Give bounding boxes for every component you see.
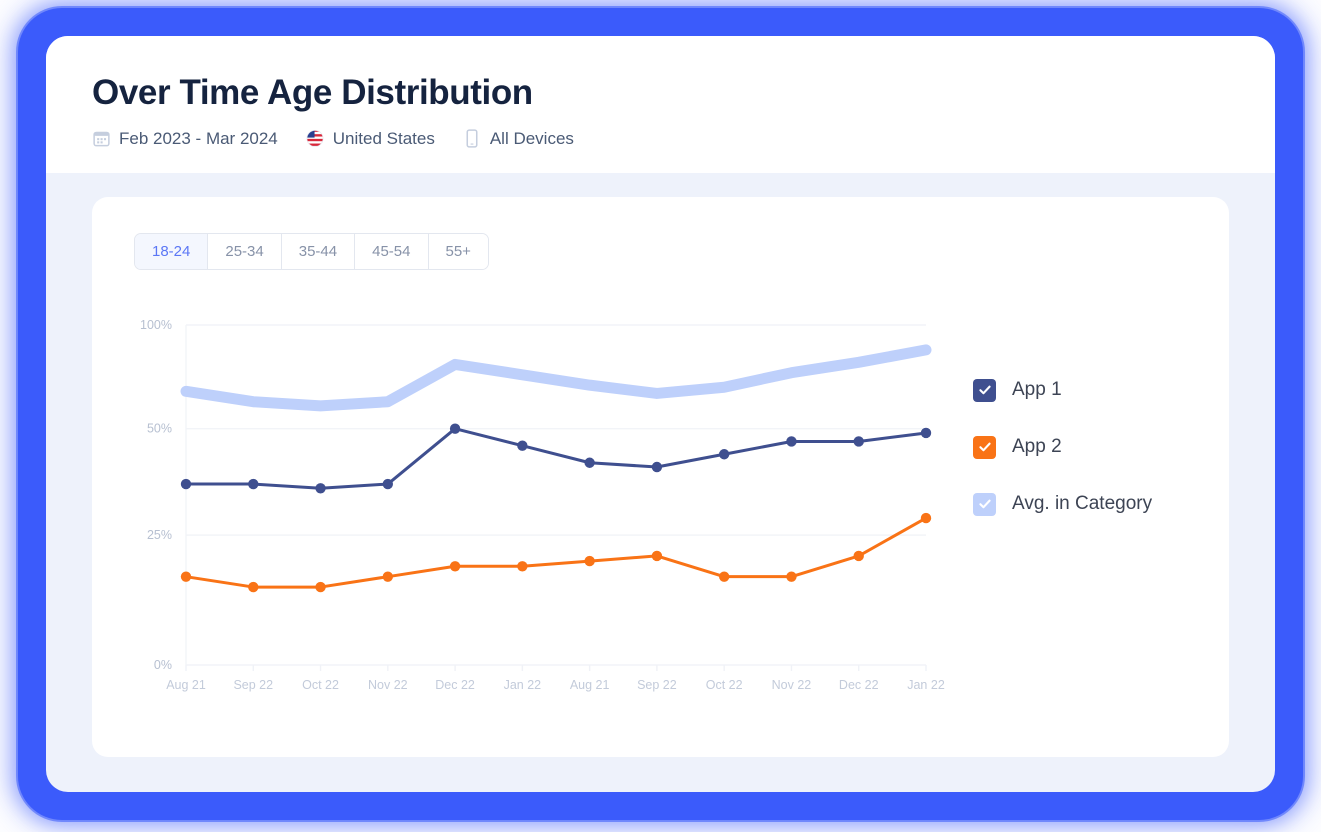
data-point[interactable] <box>854 436 864 446</box>
data-point[interactable] <box>450 423 460 433</box>
data-point[interactable] <box>181 478 191 488</box>
data-point[interactable] <box>248 581 258 591</box>
data-point[interactable] <box>786 436 796 446</box>
data-point[interactable] <box>652 550 662 560</box>
data-point[interactable] <box>383 571 393 581</box>
legend-label: App 1 <box>1012 379 1062 401</box>
series-line-avg-in-category <box>186 349 926 405</box>
data-point[interactable] <box>450 561 460 571</box>
x-tick-label: Oct 22 <box>302 678 339 692</box>
legend-item-app-2[interactable]: App 2 <box>973 436 1152 459</box>
legend-checkbox[interactable] <box>973 379 996 402</box>
x-tick-label: Sep 22 <box>233 678 273 692</box>
x-tick-label: Nov 22 <box>368 678 408 692</box>
meta-label-date-range: Feb 2023 - Mar 2024 <box>119 129 278 149</box>
app-window-frame: Over Time Age Distribution <box>18 8 1303 820</box>
data-point[interactable] <box>652 461 662 471</box>
data-point[interactable] <box>584 457 594 467</box>
mobile-device-icon <box>463 129 481 149</box>
y-tick-label: 100% <box>140 318 172 332</box>
x-tick-label: Dec 22 <box>839 678 879 692</box>
legend-item-app-1[interactable]: App 1 <box>973 379 1152 402</box>
meta-label-devices: All Devices <box>490 129 574 149</box>
age-tab-18-24[interactable]: 18-24 <box>135 234 208 269</box>
age-tab-45-54[interactable]: 45-54 <box>355 234 428 269</box>
age-tab-25-34[interactable]: 25-34 <box>208 234 281 269</box>
meta-label-country: United States <box>333 129 435 149</box>
chart-card: 18-2425-3435-4445-5455+ 0% 25% 50% 100% Aug … <box>92 197 1229 757</box>
data-point[interactable] <box>921 512 931 522</box>
chart-legend[interactable]: App 1 App 2 Avg. in Category <box>973 379 1152 516</box>
age-tab-55plus[interactable]: 55+ <box>429 234 488 269</box>
legend-item-avg-in-category[interactable]: Avg. in Category <box>973 493 1152 516</box>
data-point[interactable] <box>315 581 325 591</box>
legend-checkbox[interactable] <box>973 493 996 516</box>
y-tick-label: 25% <box>147 528 172 542</box>
body-area: 18-2425-3435-4445-5455+ 0% 25% 50% 100% Aug … <box>46 173 1275 793</box>
meta-chip-country[interactable]: United States <box>306 129 435 149</box>
x-tick-label: Aug 21 <box>166 678 206 692</box>
x-tick-label: Aug 21 <box>570 678 610 692</box>
meta-chip-date-range[interactable]: Feb 2023 - Mar 2024 <box>92 129 278 149</box>
data-point[interactable] <box>517 440 527 450</box>
us-flag-icon <box>306 129 324 149</box>
window-surface: Over Time Age Distribution <box>46 36 1275 792</box>
y-tick-label: 0% <box>154 658 172 672</box>
data-point[interactable] <box>854 550 864 560</box>
age-tab-35-44[interactable]: 35-44 <box>282 234 355 269</box>
data-point[interactable] <box>921 427 931 437</box>
page-header: Over Time Age Distribution <box>46 36 1275 173</box>
meta-chip-devices[interactable]: All Devices <box>463 129 574 149</box>
chart-region: 0% 25% 50% 100% Aug 21 Sep 22 Oct 22 Nov 22 Dec … <box>128 317 1193 729</box>
data-point[interactable] <box>248 478 258 488</box>
line-chart-svg: 0% 25% 50% 100% Aug 21 Sep 22 Oct 22 Nov 22 Dec … <box>128 317 948 717</box>
data-point[interactable] <box>383 478 393 488</box>
x-tick-label: Sep 22 <box>637 678 677 692</box>
data-point[interactable] <box>584 555 594 565</box>
x-tick-label: Dec 22 <box>435 678 475 692</box>
data-point[interactable] <box>719 449 729 459</box>
legend-checkbox[interactable] <box>973 436 996 459</box>
legend-label: Avg. in Category <box>1012 493 1152 515</box>
data-point[interactable] <box>181 571 191 581</box>
data-point[interactable] <box>719 571 729 581</box>
x-tick-label: Oct 22 <box>706 678 743 692</box>
x-tick-label: Jan 22 <box>504 678 542 692</box>
meta-row: Feb 2023 - Mar 2024 <box>92 129 1275 149</box>
y-tick-label: 50% <box>147 421 172 435</box>
page-title: Over Time Age Distribution <box>92 74 1275 113</box>
calendar-icon <box>92 129 110 149</box>
age-tab-group[interactable]: 18-2425-3435-4445-5455+ <box>134 233 489 270</box>
data-point[interactable] <box>786 571 796 581</box>
x-tick-label: Jan 22 <box>907 678 945 692</box>
series-line-app-2 <box>186 518 926 587</box>
line-chart-plot[interactable]: 0% 25% 50% 100% Aug 21 Sep 22 Oct 22 Nov 22 Dec … <box>128 317 948 717</box>
legend-label: App 2 <box>1012 436 1062 458</box>
data-point[interactable] <box>315 483 325 493</box>
data-point[interactable] <box>517 561 527 571</box>
x-tick-label: Nov 22 <box>772 678 812 692</box>
series-line-app-1 <box>186 428 926 488</box>
